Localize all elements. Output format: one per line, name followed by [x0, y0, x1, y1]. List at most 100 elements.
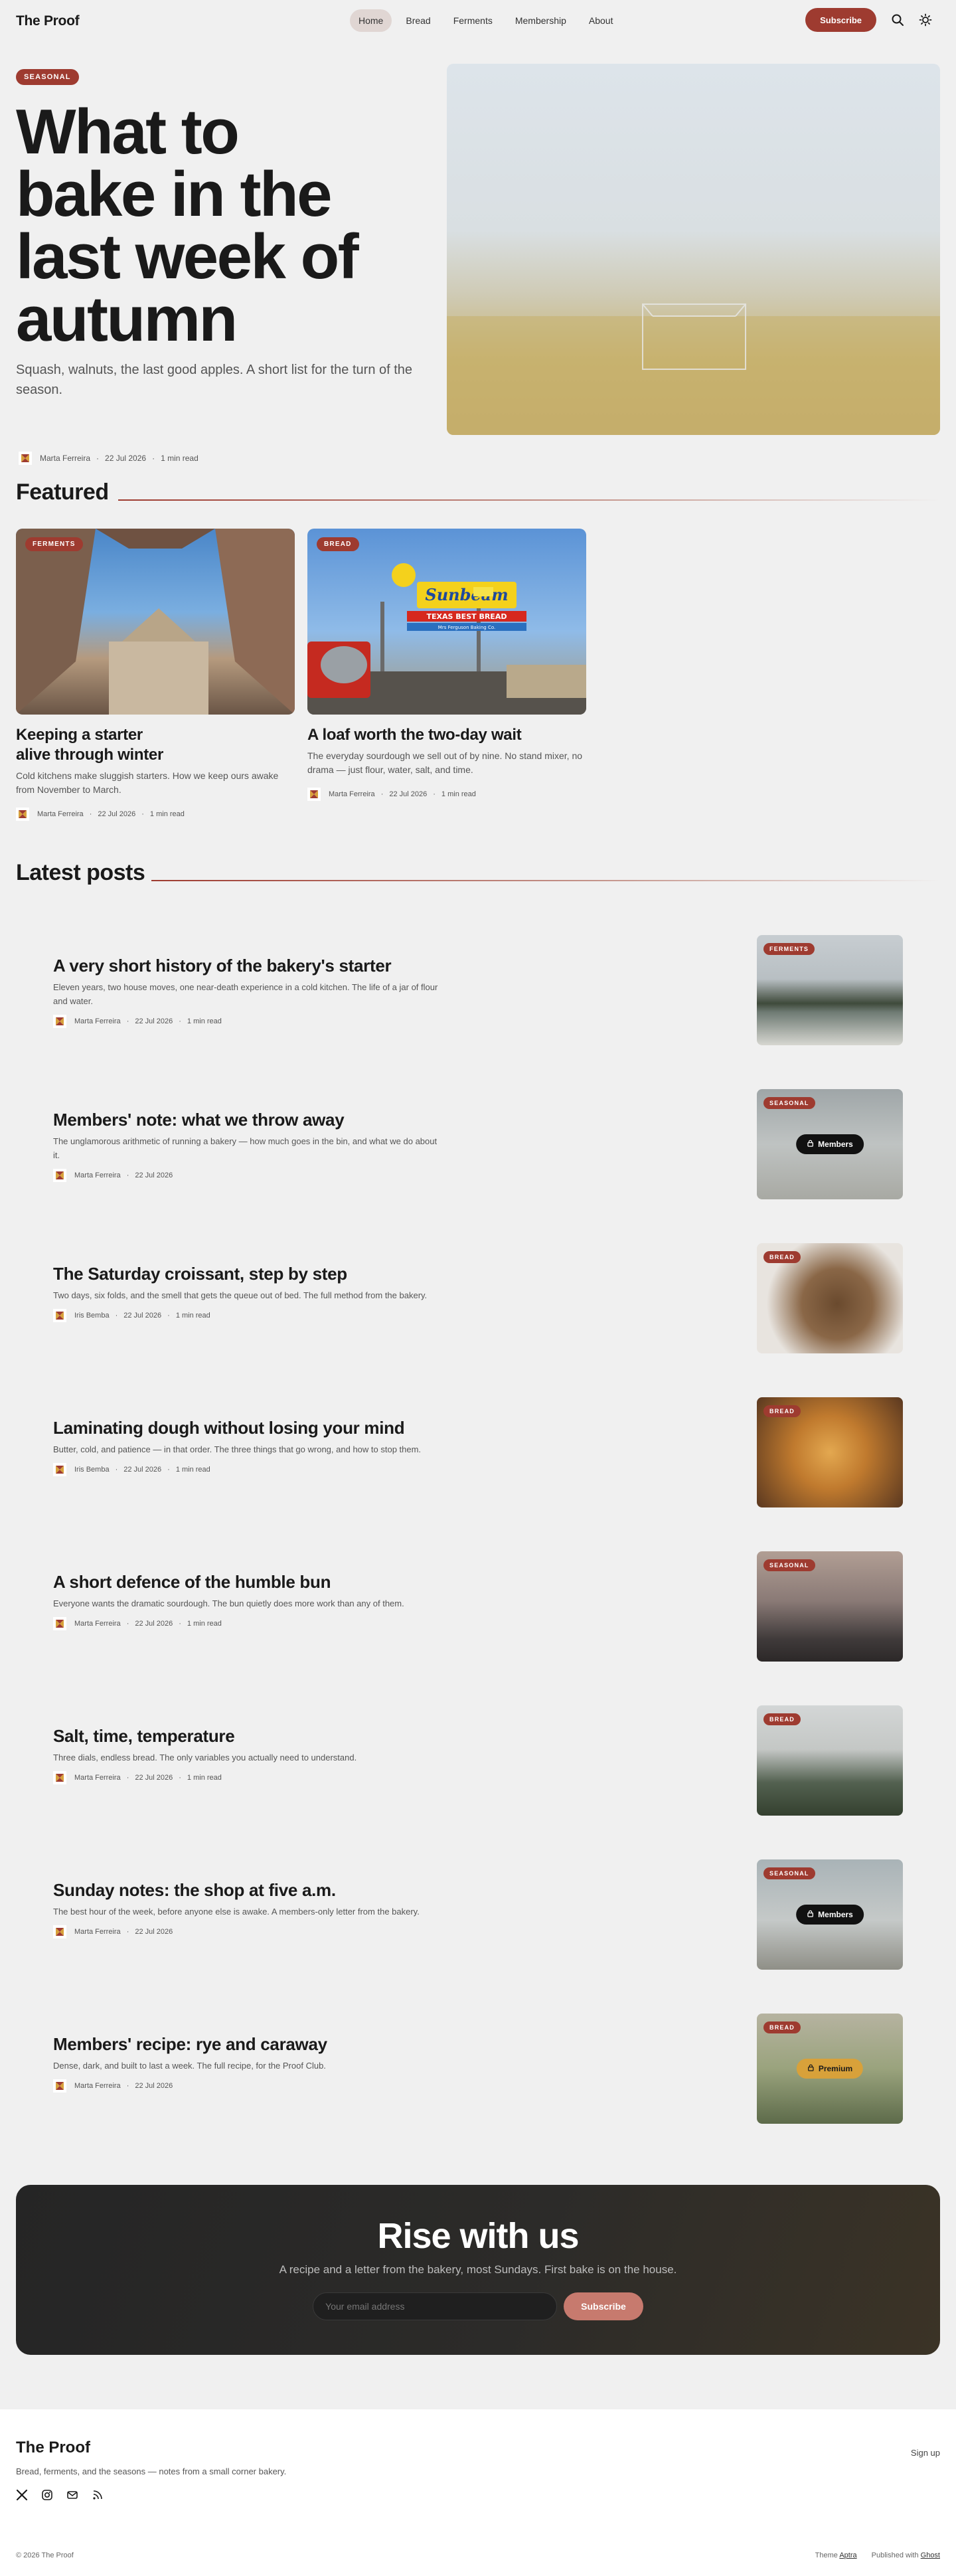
- author-avatar[interactable]: [53, 2079, 66, 2093]
- lock-icon: [807, 2064, 815, 2073]
- hero-author[interactable]: Marta Ferreira: [40, 454, 90, 463]
- author-avatar[interactable]: [19, 452, 32, 465]
- hero-title[interactable]: What to bake in the last week of autumn: [16, 100, 374, 351]
- email-input[interactable]: [313, 2292, 558, 2320]
- rss-icon[interactable]: [92, 2489, 104, 2501]
- site-logo[interactable]: The Proof: [16, 13, 80, 29]
- post-tag[interactable]: BREAD: [763, 1713, 801, 1725]
- featured-author[interactable]: Marta Ferreira: [329, 790, 375, 798]
- footer-credits: Theme Aptra Published with Ghost: [815, 2551, 940, 2559]
- meta-separator: ·: [126, 1620, 129, 1628]
- featured-excerpt: Cold kitchens make sluggish starters. Ho…: [16, 770, 279, 795]
- theme-link[interactable]: Aptra: [839, 2551, 856, 2559]
- author-avatar[interactable]: [16, 808, 29, 821]
- featured-image[interactable]: Sunbeam TEXAS BEST BREAD Mrs Ferguson Ba…: [307, 529, 586, 715]
- post-read-time: 1 min read: [187, 1017, 222, 1025]
- post-author[interactable]: Marta Ferreira: [74, 1620, 121, 1628]
- site-header: The Proof Home Bread Ferments Membership…: [0, 0, 956, 43]
- latest-divider: [151, 880, 940, 881]
- post-thumbnail[interactable]: SEASONAL: [757, 1551, 903, 1662]
- post-read-time: 1 min read: [175, 1312, 210, 1320]
- hero-image[interactable]: [447, 64, 940, 435]
- meta-separator: ·: [179, 1774, 181, 1782]
- theme-toggle-icon[interactable]: [919, 13, 932, 27]
- post-author[interactable]: Marta Ferreira: [74, 2082, 121, 2090]
- post-thumbnail[interactable]: SEASONAL Members: [757, 1859, 903, 1970]
- post-author[interactable]: Marta Ferreira: [74, 1017, 121, 1025]
- post-read-time: 1 min read: [175, 1466, 210, 1474]
- author-avatar[interactable]: [53, 1169, 66, 1182]
- post-author[interactable]: Iris Bemba: [74, 1312, 110, 1320]
- cta-subscribe-button[interactable]: Subscribe: [564, 2292, 643, 2320]
- instagram-icon[interactable]: [41, 2489, 53, 2501]
- site-footer: The Proof Bread, ferments, and the seaso…: [0, 2409, 956, 2576]
- post-card[interactable]: Members' note: what we throw away The ung…: [53, 1089, 903, 1199]
- featured-tag[interactable]: FERMENTS: [25, 537, 83, 551]
- post-thumbnail[interactable]: BREAD Premium: [757, 2014, 903, 2124]
- hero-tag[interactable]: SEASONAL: [16, 69, 79, 85]
- post-tag[interactable]: BREAD: [763, 2021, 801, 2033]
- ghost-link[interactable]: Ghost: [921, 2551, 940, 2559]
- post-tag[interactable]: SEASONAL: [763, 1867, 815, 1879]
- post-read-time: 1 min read: [187, 1620, 222, 1628]
- featured-tag[interactable]: BREAD: [317, 537, 359, 551]
- post-author[interactable]: Iris Bemba: [74, 1466, 110, 1474]
- author-avatar[interactable]: [53, 1617, 66, 1630]
- footer-logo[interactable]: The Proof: [16, 2439, 90, 2457]
- post-date: 22 Jul 2026: [135, 1620, 173, 1628]
- post-thumbnail[interactable]: FERMENTS: [757, 935, 903, 1045]
- subscribe-button[interactable]: Subscribe: [805, 8, 876, 32]
- post-excerpt: Three dials, endless bread. The only var…: [53, 1753, 357, 1762]
- featured-card[interactable]: Sunbeam TEXAS BEST BREAD Mrs Ferguson Ba…: [307, 529, 586, 801]
- nav-membership[interactable]: Membership: [507, 9, 575, 32]
- featured-card[interactable]: FERMENTS Keeping a starter alive through…: [16, 529, 295, 821]
- author-avatar[interactable]: [53, 1015, 66, 1028]
- x-icon[interactable]: [16, 2489, 28, 2501]
- post-tag[interactable]: SEASONAL: [763, 1097, 815, 1109]
- cta-subtitle: A recipe and a letter from the bakery, m…: [279, 2263, 677, 2276]
- featured-meta: Marta Ferreira · 22 Jul 2026 · 1 min rea…: [16, 808, 295, 821]
- email-icon[interactable]: [66, 2489, 78, 2501]
- post-date: 22 Jul 2026: [135, 1928, 173, 1936]
- post-tag[interactable]: SEASONAL: [763, 1559, 815, 1571]
- featured-date: 22 Jul 2026: [98, 810, 136, 818]
- post-card[interactable]: Members' recipe: rye and caraway Dense, d…: [53, 2014, 903, 2124]
- post-card[interactable]: Salt, time, temperature Three dials, endl…: [53, 1705, 903, 1816]
- post-excerpt: Butter, cold, and patience — in that ord…: [53, 1444, 422, 1454]
- post-card[interactable]: The Saturday croissant, step by step Two …: [53, 1243, 903, 1353]
- post-tag[interactable]: FERMENTS: [763, 943, 815, 955]
- post-excerpt: The best hour of the week, before anyone…: [53, 1907, 420, 1917]
- post-thumbnail[interactable]: BREAD: [757, 1397, 903, 1507]
- post-tag[interactable]: BREAD: [763, 1405, 801, 1417]
- author-avatar[interactable]: [53, 1309, 66, 1322]
- nav-home[interactable]: Home: [350, 9, 392, 32]
- post-thumbnail[interactable]: BREAD: [757, 1705, 903, 1816]
- nav-bread[interactable]: Bread: [397, 9, 439, 32]
- post-card[interactable]: Laminating dough without losing your min…: [53, 1397, 903, 1507]
- post-card[interactable]: A short defence of the humble bun Everyon…: [53, 1551, 903, 1662]
- post-excerpt: Two days, six folds, and the smell that …: [53, 1290, 428, 1300]
- post-thumbnail[interactable]: BREAD: [757, 1243, 903, 1353]
- author-avatar[interactable]: [307, 788, 321, 801]
- footer-copyright: © 2026 The Proof: [16, 2551, 74, 2559]
- nav-ferments[interactable]: Ferments: [445, 9, 501, 32]
- post-author[interactable]: Marta Ferreira: [74, 1928, 121, 1936]
- post-author[interactable]: Marta Ferreira: [74, 1171, 121, 1179]
- post-card[interactable]: Sunday notes: the shop at five a.m. The b…: [53, 1859, 903, 1970]
- featured-author[interactable]: Marta Ferreira: [37, 810, 84, 818]
- hero: SEASONAL What to bake in the last week o…: [0, 43, 956, 465]
- post-tag[interactable]: BREAD: [763, 1251, 801, 1263]
- post-thumbnail[interactable]: SEASONAL Members: [757, 1089, 903, 1199]
- footer-signup-link[interactable]: Sign up: [911, 2448, 940, 2458]
- nav-about[interactable]: About: [580, 9, 622, 32]
- featured-title[interactable]: Keeping a starter alive through winter: [16, 725, 175, 765]
- featured-title[interactable]: A loaf worth the two-day wait: [307, 725, 586, 745]
- author-avatar[interactable]: [53, 1925, 66, 1938]
- search-icon[interactable]: [891, 13, 904, 27]
- post-card[interactable]: A very short history of the bakery's sta…: [53, 935, 903, 1045]
- author-avatar[interactable]: [53, 1463, 66, 1476]
- author-avatar[interactable]: [53, 1771, 66, 1784]
- post-author[interactable]: Marta Ferreira: [74, 1774, 121, 1782]
- newsletter-cta: Rise with us A recipe and a letter from …: [16, 2185, 940, 2355]
- featured-image[interactable]: FERMENTS: [16, 529, 295, 715]
